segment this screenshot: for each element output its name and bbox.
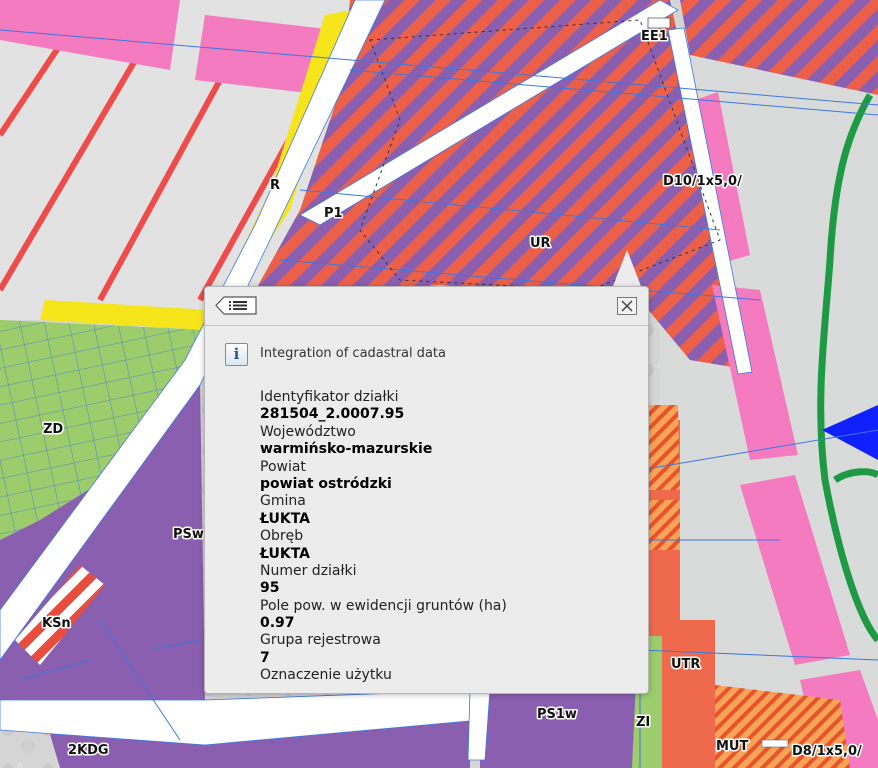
label-ur: UR xyxy=(530,236,551,251)
feature-info-popup: i Integration of cadastral data Identyfi… xyxy=(204,286,649,694)
label-ksn: KSn xyxy=(42,616,71,631)
attr-value-register-group: 7 xyxy=(260,649,270,666)
popup-toolbar xyxy=(205,287,648,326)
mut-marker xyxy=(761,739,789,748)
attr-label-register-group: Grupa rejestrowa xyxy=(260,632,381,649)
label-ps1w: PS1w xyxy=(537,707,577,722)
zone-utr-lower xyxy=(660,620,715,768)
label-mut: MUT xyxy=(716,739,748,754)
close-icon[interactable] xyxy=(617,297,637,315)
ee1-marker xyxy=(647,17,671,29)
attr-value-parcel-number: 95 xyxy=(260,580,280,597)
zone-ps1w xyxy=(480,690,640,768)
info-icon: i xyxy=(225,343,248,366)
popup-pointer xyxy=(613,250,641,286)
label-p1: P1 xyxy=(324,206,343,221)
attr-value-county: powiat ostródzki xyxy=(260,475,392,492)
attr-value-precinct: ŁUKTA xyxy=(260,545,311,562)
attribute-list: Identyfikator działki 281504_2.0007.95 W… xyxy=(260,389,640,693)
attr-value-voivodeship: warmińsko-mazurskie xyxy=(260,441,433,458)
label-d8: D8/1x5,0/ xyxy=(792,744,862,759)
label-zi: ZI xyxy=(636,715,650,730)
attr-label-voivodeship: Województwo xyxy=(260,423,356,440)
attr-value-area: 0.97 xyxy=(260,615,295,632)
attr-label-parcel-number: Numer działki xyxy=(260,562,357,579)
list-icon[interactable] xyxy=(215,296,257,315)
attr-label-precinct: Obręb xyxy=(260,528,304,545)
attr-label-land-use: Oznaczenie użytku xyxy=(260,667,392,684)
attr-label-county: Powiat xyxy=(260,458,306,475)
zone-orange-hatch-1 xyxy=(647,405,680,490)
label-utr: UTR xyxy=(671,657,700,672)
attr-label-parcel-id: Identyfikator działki xyxy=(260,389,399,405)
popup-heading: Integration of cadastral data xyxy=(260,346,446,361)
label-r: R xyxy=(270,178,280,193)
attr-label-area: Pole pow. w ewidencji gruntów (ha) xyxy=(260,597,507,614)
label-ee1: EE1 xyxy=(641,29,668,44)
attr-value-commune: ŁUKTA xyxy=(260,510,311,527)
attr-value-land-use xyxy=(260,685,640,693)
label-d10: D10/1x5,0/ xyxy=(663,174,742,189)
label-2kdg: 2KDG xyxy=(68,743,109,758)
attr-value-parcel-id: 281504_2.0007.95 xyxy=(260,406,405,423)
label-psw: PSw xyxy=(173,527,204,542)
attr-label-commune: Gmina xyxy=(260,493,306,510)
zone-orange-hatch-2 xyxy=(647,500,680,550)
label-zd: ZD xyxy=(43,422,63,437)
